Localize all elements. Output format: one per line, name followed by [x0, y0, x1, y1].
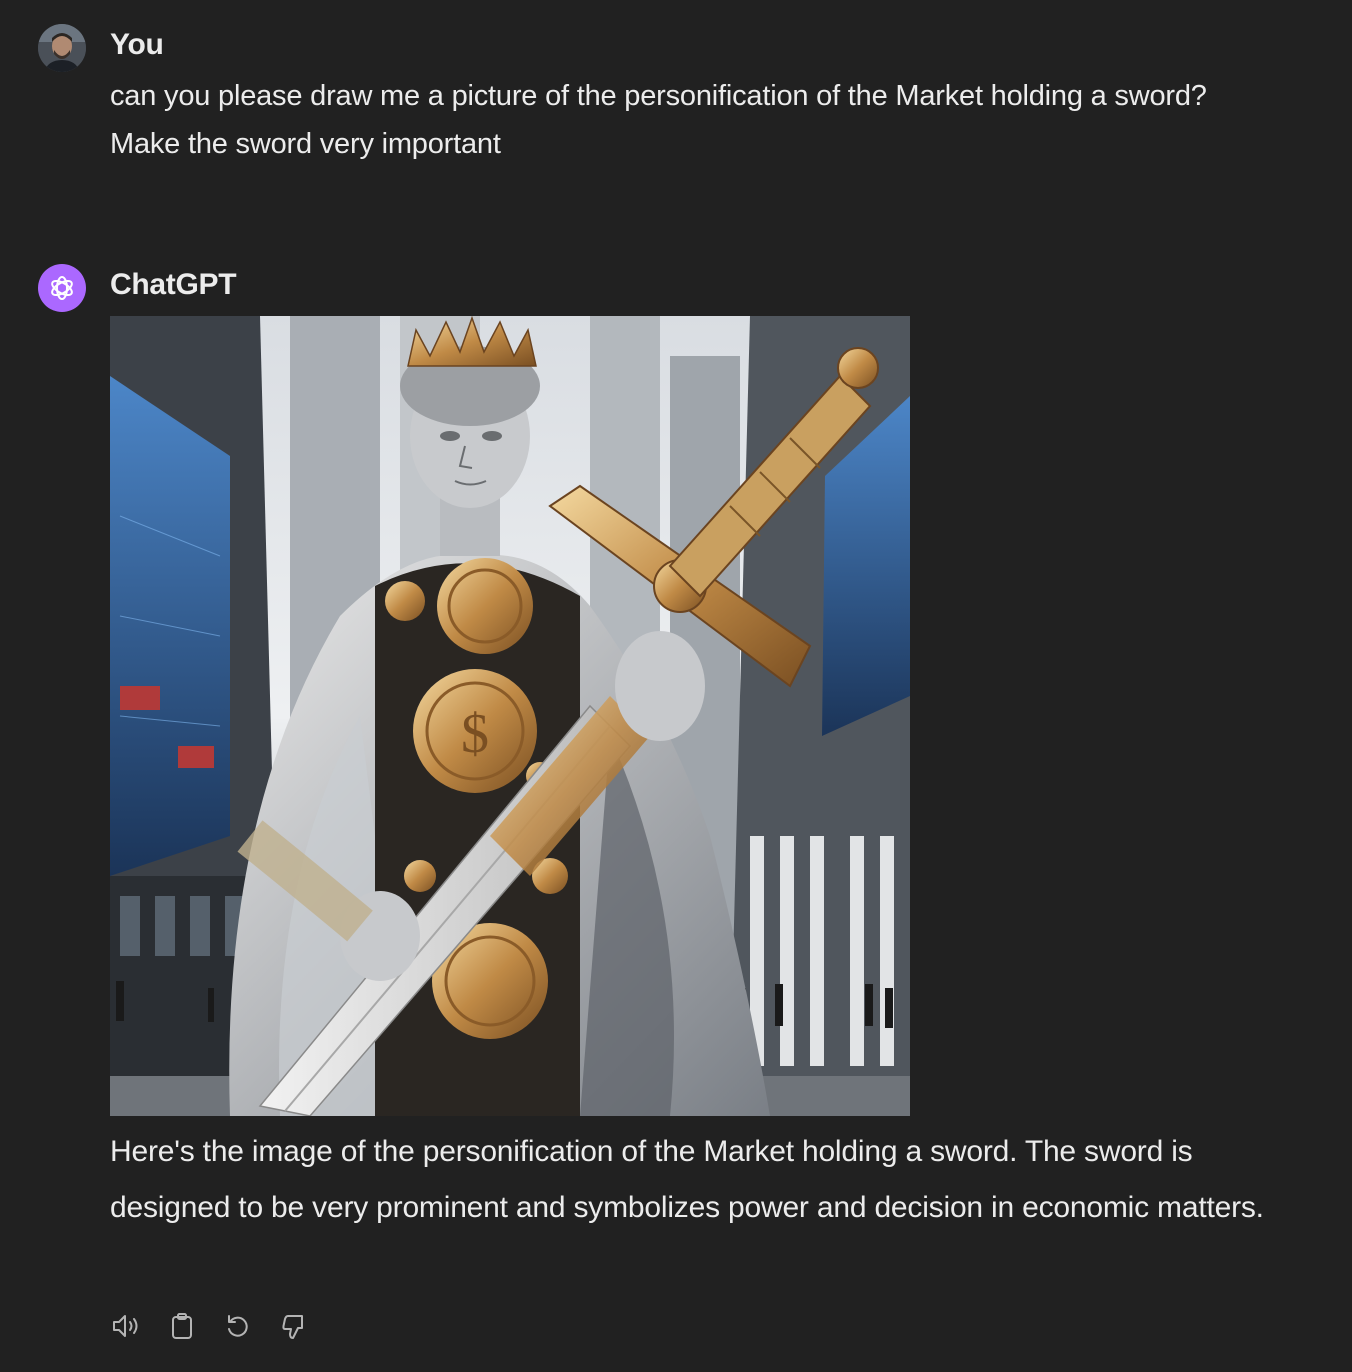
thumbs-down-button[interactable]: [276, 1308, 312, 1344]
chatgpt-avatar: [38, 264, 86, 312]
assistant-message: ChatGPT $ Here's the image of the person…: [0, 240, 1352, 1372]
regenerate-button[interactable]: [220, 1308, 256, 1344]
copy-icon: [172, 1313, 192, 1339]
assistant-message-text: Here's the image of the personification …: [110, 1135, 1264, 1224]
user-author-name: You: [110, 28, 164, 61]
openai-logo-icon: [51, 276, 73, 300]
user-avatar: [38, 24, 86, 72]
svg-text:$: $: [461, 703, 489, 765]
user-message-text: can you please draw me a picture of the …: [110, 80, 1207, 160]
thumbs-down-icon: [282, 1315, 303, 1339]
copy-button[interactable]: [164, 1308, 200, 1344]
read-aloud-icon: [113, 1315, 138, 1337]
message-actions: [108, 1308, 312, 1344]
user-photo-icon: [38, 24, 86, 72]
read-aloud-button[interactable]: [108, 1308, 144, 1344]
market-sword-illustration: $: [110, 316, 910, 1116]
regenerate-icon: [228, 1315, 248, 1337]
assistant-author-name: ChatGPT: [110, 268, 237, 301]
user-message: You can you please draw me a picture of …: [0, 0, 1352, 200]
generated-image[interactable]: $: [110, 316, 910, 1116]
